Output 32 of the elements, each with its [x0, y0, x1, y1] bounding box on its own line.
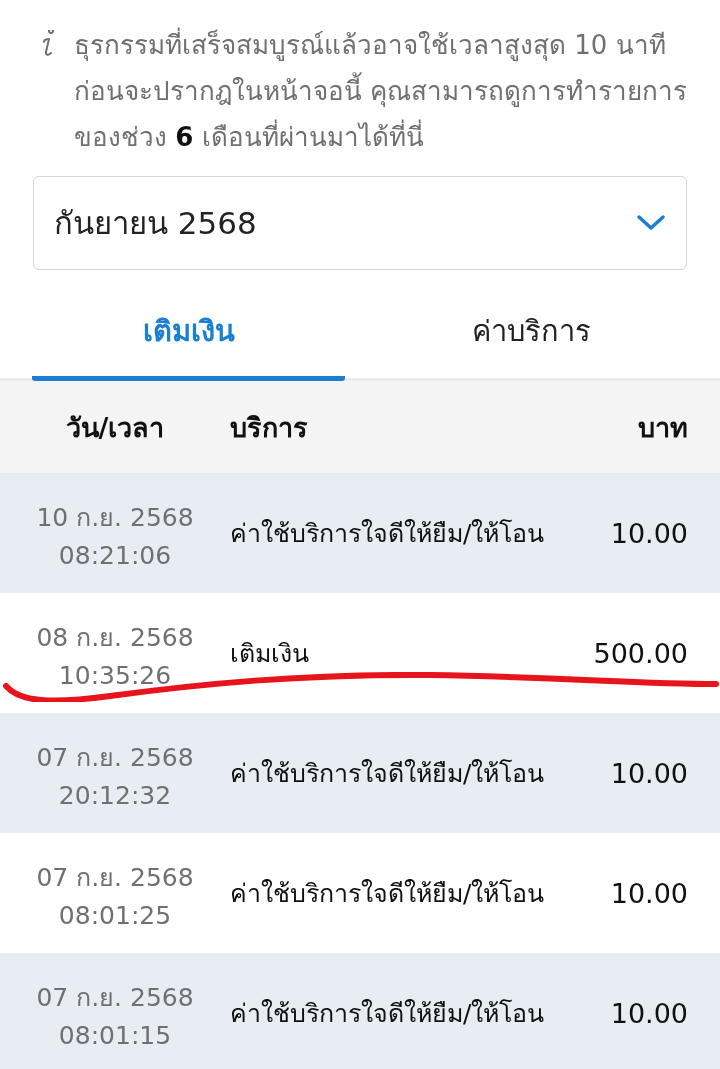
- column-header: บริการ: [230, 410, 309, 445]
- table-row[interactable]: 07 ก.ย. 2568 08:01:15 ค่าใช้บริการใจดีให้ยืม/ให้โอน 10.00: [0, 953, 720, 1069]
- date-text: 10 ก.ย. 2568: [36, 501, 194, 534]
- month-dropdown[interactable]: กันยายน 2568: [33, 176, 687, 270]
- service-text: ค่าใช้บริการใจดีให้ยืม/ให้โอน: [230, 998, 546, 1030]
- date-text: 07 ก.ย. 2568: [36, 861, 194, 894]
- column-header: วัน/เวลา: [64, 410, 166, 445]
- time-text: 08:01:25: [58, 900, 172, 930]
- table-row[interactable]: 07 ก.ย. 2568 20:12:32 ค่าใช้บริการใจดีให้ยืม/ให้โอน 10.00: [0, 713, 720, 833]
- time-text: 08:01:15: [58, 1020, 172, 1050]
- time-text: 20:12:32: [58, 780, 172, 810]
- service-text: ค่าใช้บริการใจดีให้ยืม/ให้โอน: [230, 518, 546, 550]
- column-header: บาท: [637, 410, 688, 445]
- service-text: เติมเงิน: [230, 638, 310, 670]
- table-row[interactable]: 07 ก.ย. 2568 08:01:25 ค่าใช้บริการใจดีให้ยืม/ให้โอน 10.00: [0, 833, 720, 953]
- time-text: 08:21:06: [58, 540, 172, 570]
- date-text: 07 ก.ย. 2568: [36, 981, 194, 1014]
- date-text: 07 ก.ย. 2568: [36, 741, 194, 774]
- chevron-down-icon: [636, 214, 666, 232]
- time-text: 10:35:26: [58, 660, 172, 690]
- date-text: 08 ก.ย. 2568: [36, 621, 194, 654]
- tab[interactable]: ค่าบริการ: [375, 288, 688, 381]
- notice-text: ธุรกรรมที่เสร็จสมบูรณ์แล้วอาจใช้เวลาสูงสุด 10 นาทีก่อนจะปรากฎในหน้าจอนี้ คุณสามารถดูการทำรายการของช่วง 6 เดือนที่ผ่านมาได้ที่นี่: [74, 22, 700, 160]
- service-text: ค่าใช้บริการใจดีให้ยืม/ให้โอน: [230, 758, 546, 790]
- service-text: ค่าใช้บริการใจดีให้ยืม/ให้โอน: [230, 878, 546, 910]
- amount-text: 10.00: [609, 997, 688, 1029]
- table-row[interactable]: 08 ก.ย. 2568 10:35:26 เติมเงิน 500.00: [0, 593, 720, 713]
- amount-text: 10.00: [609, 757, 688, 789]
- table-row[interactable]: 10 ก.ย. 2568 08:21:06 ค่าใช้บริการใจดีให้ยืม/ให้โอน 10.00: [0, 473, 720, 593]
- amount-text: 10.00: [609, 877, 688, 909]
- amount-text: 10.00: [609, 517, 688, 549]
- amount-text: 500.00: [592, 637, 688, 669]
